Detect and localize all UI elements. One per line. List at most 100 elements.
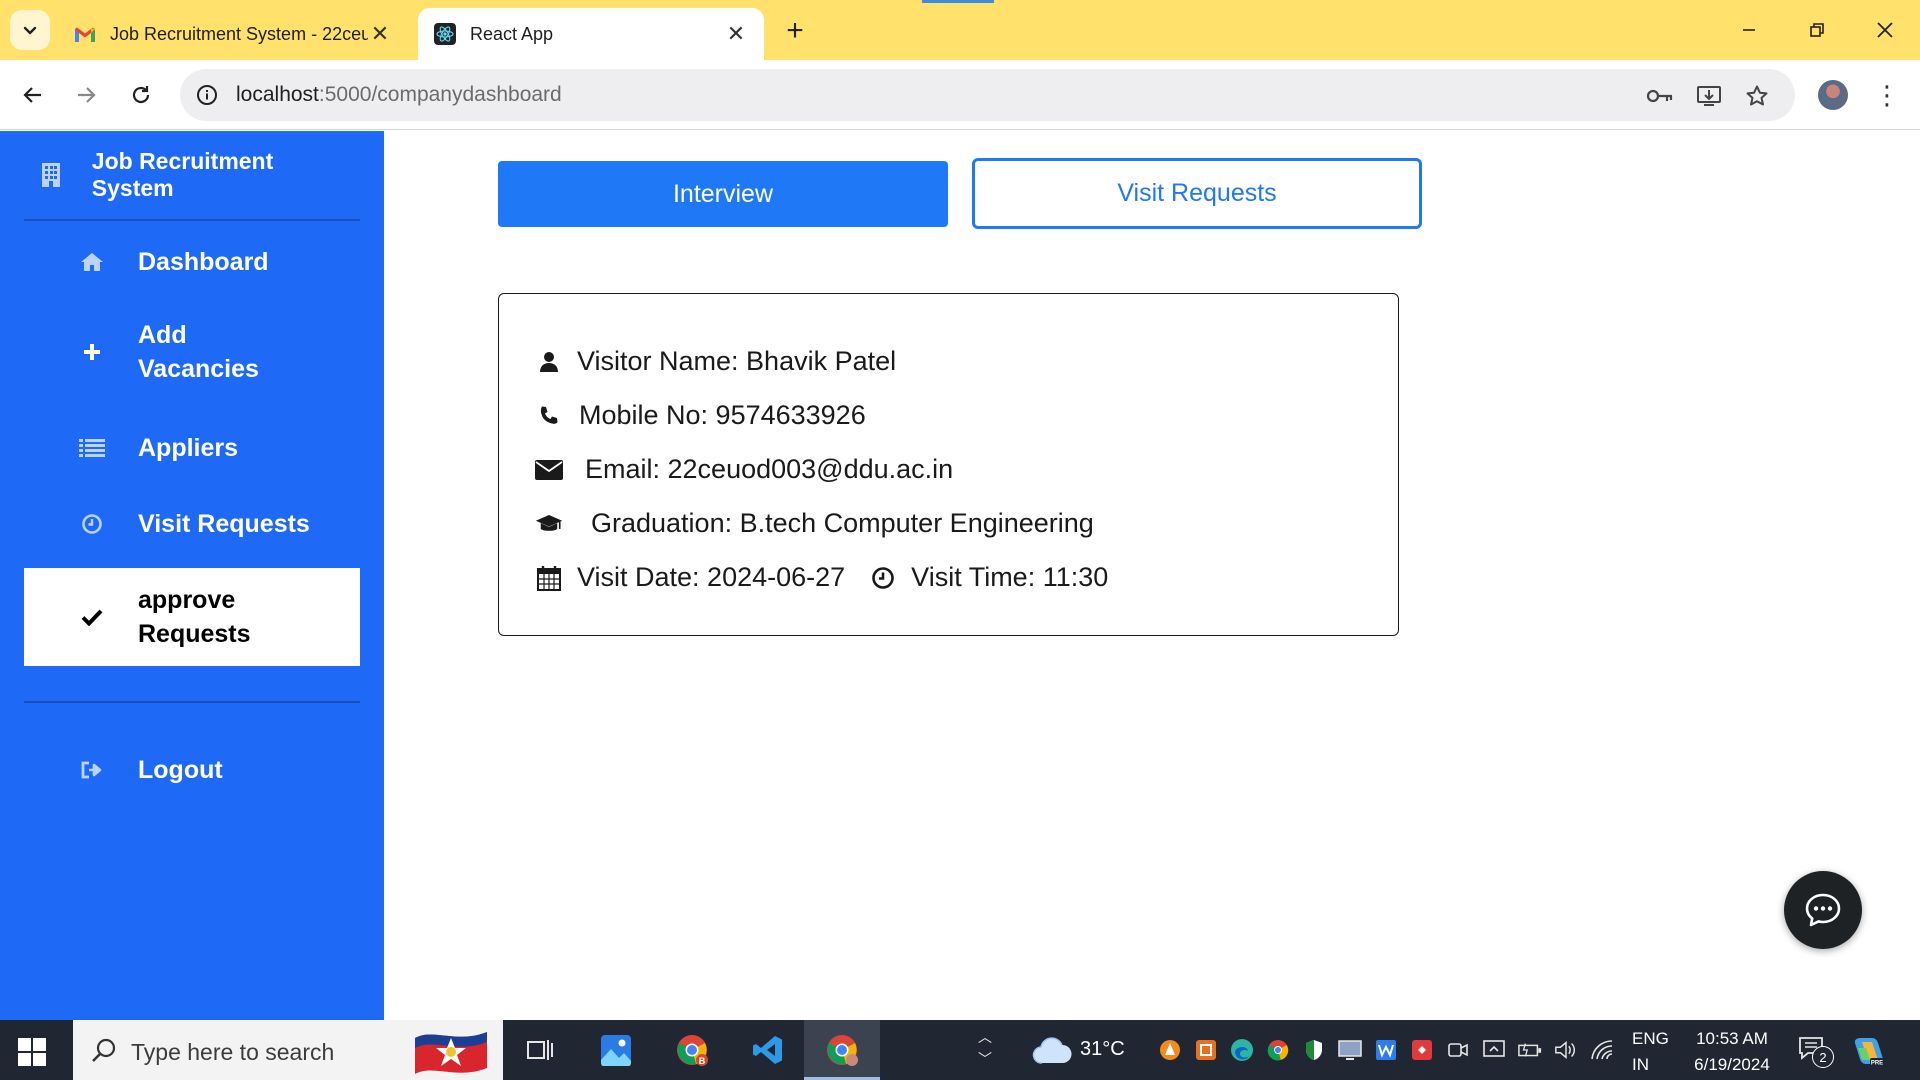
sidebar-item-logout[interactable]: Logout: [24, 747, 360, 793]
display-tray-icon[interactable]: [1338, 1038, 1362, 1062]
sidebar-item-appliers[interactable]: Appliers: [24, 425, 360, 471]
graduation-cap-icon: [535, 512, 563, 536]
sidebar-divider: [24, 701, 360, 703]
forward-button[interactable]: [68, 77, 104, 113]
plus-icon: [70, 342, 114, 362]
graduation-row: Graduation: B.tech Computer Engineering: [535, 508, 1094, 539]
home-icon: [70, 252, 114, 272]
react-icon: [434, 23, 456, 45]
vlc-tray-icon[interactable]: [1158, 1038, 1182, 1062]
notification-center-button[interactable]: 2: [1798, 1036, 1834, 1068]
mobile-row: Mobile No: 9574633926: [535, 400, 866, 431]
chrome-profile-b-icon[interactable]: B: [672, 1030, 712, 1070]
photos-app-icon[interactable]: [596, 1030, 636, 1070]
sidebar-item-visit-requests[interactable]: Visit Requests: [24, 501, 360, 547]
visit-requests-tab-button[interactable]: Visit Requests: [972, 158, 1422, 229]
tab-search-button[interactable]: [10, 10, 50, 50]
clock-date: 6/19/2024: [1694, 1055, 1770, 1074]
taskbar-clock[interactable]: 10:53 AM 6/19/2024: [1682, 1026, 1782, 1078]
gmail-icon: [74, 23, 96, 45]
arrow-right-icon: [78, 87, 96, 103]
sidebar-item-label: Visit Requests: [138, 510, 310, 538]
user-icon: [535, 351, 563, 373]
tab-title: Job Recruitment System - 22ceu: [110, 23, 368, 44]
label-line-1: approve: [138, 586, 236, 614]
chevron-down-icon: [23, 26, 37, 35]
profile-avatar[interactable]: [1818, 80, 1848, 110]
close-tab-icon[interactable]: ✕: [368, 21, 392, 46]
app-red-tray-icon[interactable]: [1410, 1038, 1434, 1062]
browser-tab-react-app[interactable]: React App ✕: [418, 8, 764, 60]
building-icon: [32, 162, 70, 188]
list-icon: [70, 438, 114, 458]
close-window-button[interactable]: [1860, 10, 1910, 50]
edge-tray-icon[interactable]: [1230, 1038, 1254, 1062]
site-info-icon[interactable]: [194, 82, 220, 108]
bookmark-star-icon[interactable]: [1743, 82, 1771, 110]
chrome-icon[interactable]: [822, 1030, 862, 1070]
vscode-icon[interactable]: [748, 1030, 788, 1070]
projection-tray-icon[interactable]: [1482, 1038, 1506, 1062]
email-address: Email: 22ceuod003@ddu.ac.in: [585, 454, 954, 484]
sidebar-brand: Job Recruitment System: [24, 131, 360, 221]
restore-icon: [1810, 23, 1824, 37]
lang-code: ENG: [1632, 1029, 1669, 1048]
restore-button[interactable]: [1792, 10, 1842, 50]
chrome-tray-icon[interactable]: [1266, 1038, 1290, 1062]
close-tab-icon[interactable]: ✕: [724, 21, 748, 46]
sidebar-item-dashboard[interactable]: Dashboard: [24, 239, 360, 285]
weather-cloud-icon[interactable]: [1032, 1034, 1072, 1066]
app-w-tray-icon[interactable]: [1374, 1038, 1398, 1062]
browser-toolbar: localhost:5000/companydashboard ⋮: [0, 60, 1920, 130]
copilot-icon[interactable]: PRE: [1852, 1034, 1886, 1068]
sidebar: Job Recruitment System Dashboard Add Vaca…: [0, 131, 384, 1020]
logout-icon: [70, 760, 114, 780]
search-placeholder: Type here to search: [131, 1039, 335, 1065]
sidebar-item-add-vacancies[interactable]: Add Vacancies: [24, 315, 360, 389]
install-app-icon[interactable]: [1695, 82, 1723, 110]
battery-icon[interactable]: [1518, 1038, 1542, 1062]
meet-now-icon[interactable]: [1446, 1038, 1470, 1062]
chat-bubble-icon: [1805, 893, 1841, 927]
new-tab-button[interactable]: +: [778, 14, 812, 48]
check-icon: [70, 608, 114, 626]
volume-icon[interactable]: [1554, 1038, 1578, 1062]
url-text[interactable]: localhost:5000/companydashboard: [236, 83, 562, 107]
address-bar[interactable]: localhost:5000/companydashboard: [180, 69, 1795, 121]
office-tray-icon[interactable]: [1194, 1038, 1218, 1062]
browser-menu-icon[interactable]: ⋮: [1872, 78, 1902, 112]
search-icon: [92, 1038, 116, 1062]
graduation: Graduation: B.tech Computer Engineering: [591, 508, 1094, 538]
notification-count-badge: 2: [1812, 1046, 1834, 1068]
taskbar-search-box[interactable]: Type here to search: [73, 1020, 503, 1080]
tab-title: React App: [470, 23, 554, 44]
input-language[interactable]: ENG IN: [1632, 1026, 1669, 1078]
url-path: :5000/companydashboard: [318, 83, 562, 106]
back-button[interactable]: [15, 77, 51, 113]
interview-tab-button[interactable]: Interview: [498, 161, 948, 227]
url-host: localhost: [236, 83, 319, 106]
show-hidden-icons-button[interactable]: ︿ ﹀: [975, 1026, 995, 1070]
windows-start-icon[interactable]: [18, 1038, 46, 1066]
visitor-name-row: Visitor Name: Bhavik Patel: [535, 346, 896, 377]
browser-tab-gmail[interactable]: Job Recruitment System - 22ceu ✕: [58, 8, 408, 60]
wifi-icon[interactable]: [1590, 1038, 1614, 1062]
sidebar-item-approve-requests[interactable]: approve Requests: [24, 568, 360, 666]
page-load-indicator: [922, 0, 994, 3]
visit-request-card: Visitor Name: Bhavik Patel Mobile No: 95…: [498, 293, 1399, 636]
close-icon: [1877, 22, 1893, 38]
search-highlight-flag-icon: [415, 1032, 487, 1074]
sidebar-item-label: Logout: [138, 756, 223, 784]
svg-text:B: B: [699, 1056, 706, 1066]
minimize-icon: [1743, 29, 1755, 31]
clock-icon: [869, 566, 897, 590]
sidebar-item-label: approve Requests: [138, 583, 251, 651]
calendar-icon: [535, 565, 563, 591]
task-view-icon[interactable]: [520, 1030, 560, 1070]
security-shield-icon[interactable]: [1302, 1038, 1326, 1062]
key-icon[interactable]: [1646, 82, 1674, 110]
chat-button[interactable]: [1784, 871, 1862, 949]
windows-taskbar: Type here to search B ︿ ﹀ 31°C ENG IN 10…: [0, 1020, 1920, 1080]
minimize-button[interactable]: [1724, 10, 1774, 50]
reload-button[interactable]: [123, 77, 159, 113]
